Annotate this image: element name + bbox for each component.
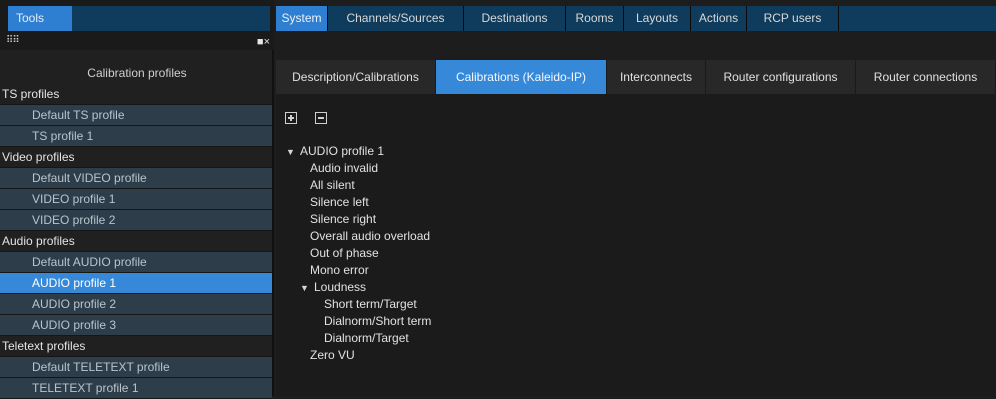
left-panel: Tools ⠿⠿ ■× Calibration profiles TS prof… xyxy=(0,0,274,399)
tree-node-label: Dialnorm/Target xyxy=(324,331,409,345)
profile-group-header[interactable]: TS profiles xyxy=(0,84,274,105)
tree-node[interactable]: Mono error xyxy=(286,262,431,279)
profile-list: TS profiles Default TS profile TS profile … xyxy=(0,84,274,399)
nav-tab-actions[interactable]: Actions xyxy=(691,6,747,31)
tree-node[interactable]: Overall audio overload xyxy=(286,228,431,245)
tree-node-label: Silence left xyxy=(310,195,369,209)
drag-grip-icon[interactable]: ⠿⠿ xyxy=(6,36,20,46)
tree-node[interactable]: ▼ AUDIO profile 1 xyxy=(286,143,431,160)
content-area: ▼ AUDIO profile 1 Audio invalid All silent S… xyxy=(276,94,996,396)
tree-node[interactable]: Out of phase xyxy=(286,245,431,262)
tree-node[interactable]: Silence right xyxy=(286,211,431,228)
sub-tabs: Description/Calibrations Calibrations (Ka… xyxy=(276,60,996,94)
tree-node[interactable]: Dialnorm/Target xyxy=(286,330,431,347)
tree-node[interactable]: Dialnorm/Short term xyxy=(286,313,431,330)
expand-caret-icon[interactable]: ▼ xyxy=(286,144,300,161)
sub-tab-router-configurations[interactable]: Router configurations xyxy=(706,60,856,94)
calibration-tree: ▼ AUDIO profile 1 Audio invalid All silent S… xyxy=(286,143,431,364)
tools-tab[interactable]: Tools xyxy=(8,6,72,31)
nav-tab-destinations[interactable]: Destinations xyxy=(464,6,566,31)
tree-node[interactable]: ▼ Loudness xyxy=(286,279,431,296)
expand-all-button[interactable] xyxy=(285,112,297,124)
close-icon[interactable]: × xyxy=(264,36,270,48)
collapse-all-button[interactable] xyxy=(315,112,327,124)
tree-node-label: All silent xyxy=(310,178,355,192)
profile-group-header[interactable]: Video profiles xyxy=(0,147,274,168)
nav-tab-channels-sources[interactable]: Channels/Sources xyxy=(328,6,464,31)
profile-item[interactable]: AUDIO profile 3 xyxy=(0,315,272,336)
tree-node[interactable]: Silence left xyxy=(286,194,431,211)
nav-tab-system[interactable]: System xyxy=(276,6,328,31)
profile-item[interactable]: AUDIO profile 2 xyxy=(0,294,272,315)
tree-node-label: Zero VU xyxy=(310,348,355,362)
tree-node[interactable]: All silent xyxy=(286,177,431,194)
profile-item[interactable]: VIDEO profile 2 xyxy=(0,210,272,231)
sub-tab-interconnects[interactable]: Interconnects xyxy=(607,60,706,94)
tree-node-label: Loudness xyxy=(314,280,367,294)
profile-group-header[interactable]: Teletext profiles xyxy=(0,336,274,357)
tree-node-label: Overall audio overload xyxy=(310,229,431,243)
nav-tab-layouts[interactable]: Layouts xyxy=(624,6,691,31)
tools-bar: Tools xyxy=(0,0,274,34)
tree-node-label: Silence right xyxy=(310,212,377,226)
sub-tab-description-calibrations[interactable]: Description/Calibrations xyxy=(276,60,436,94)
tree-node[interactable]: Audio invalid xyxy=(286,160,431,177)
tree-node[interactable]: Short term/Target xyxy=(286,296,431,313)
sub-tab-router-connections[interactable]: Router connections xyxy=(856,60,996,94)
profile-item[interactable]: VIDEO profile 1 xyxy=(0,189,272,210)
tree-node[interactable]: Zero VU xyxy=(286,347,431,364)
expand-caret-icon[interactable]: ▼ xyxy=(300,280,314,297)
top-nav: System Channels/Sources Destinations Rooms L… xyxy=(276,6,996,31)
tree-node-label: Mono error xyxy=(310,263,369,277)
profile-item[interactable]: AUDIO profile 1 xyxy=(0,273,272,294)
profile-item[interactable]: TS profile 1 xyxy=(0,126,272,147)
panel-title-bar: ⠿⠿ ■× xyxy=(0,34,274,50)
panel-header: Calibration profiles xyxy=(87,66,187,80)
tree-node-label: Audio invalid xyxy=(310,161,379,175)
tree-node-label: Short term/Target xyxy=(324,297,417,311)
profile-group-header[interactable]: Audio profiles xyxy=(0,231,274,252)
sub-tab-calibrations-kaleido-ip[interactable]: Calibrations (Kaleido-IP) xyxy=(436,60,607,94)
profile-item[interactable]: Default AUDIO profile xyxy=(0,252,272,273)
profile-item[interactable]: Default VIDEO profile xyxy=(0,168,272,189)
tree-node-label: Out of phase xyxy=(310,246,379,260)
nav-tab-rooms[interactable]: Rooms xyxy=(566,6,624,31)
splitter[interactable] xyxy=(272,50,274,396)
tree-node-label: AUDIO profile 1 xyxy=(300,144,385,158)
profile-item[interactable]: Default TS profile xyxy=(0,105,272,126)
profile-item[interactable]: Default TELETEXT profile xyxy=(0,357,272,378)
panel-window-controls: ■× xyxy=(257,34,270,50)
nav-tab-rcp-users[interactable]: RCP users xyxy=(747,6,839,31)
nav-bar-fill xyxy=(839,6,996,31)
dock-icon[interactable]: ■ xyxy=(257,36,264,48)
tools-bar-fill xyxy=(72,6,270,31)
tree-node-label: Dialnorm/Short term xyxy=(324,314,432,328)
